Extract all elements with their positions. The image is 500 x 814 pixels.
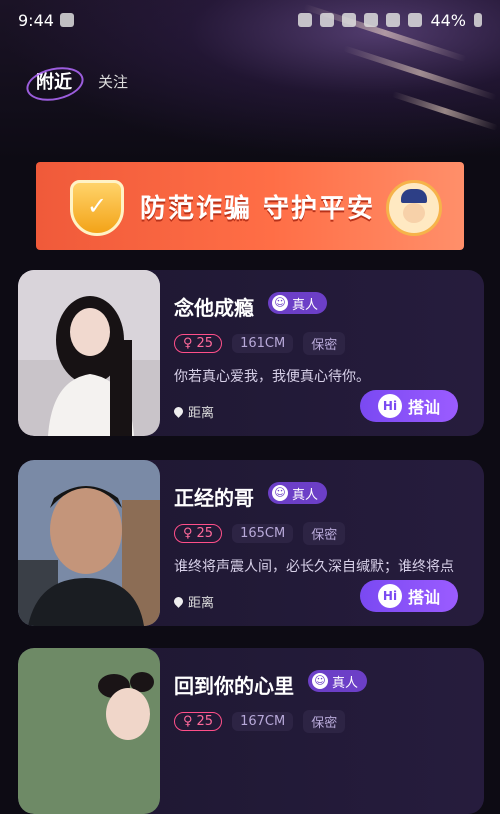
location-pin-icon: [172, 405, 185, 418]
hi-icon: Hi: [377, 584, 402, 608]
age-badge: ♀ 25: [174, 712, 223, 731]
user-bio: 你若真心爱我，我便真心待你。: [174, 369, 370, 385]
notification-icon: [59, 13, 74, 27]
volte-icon: [364, 13, 379, 27]
battery-icon: [474, 13, 482, 27]
user-name: 正经的哥: [174, 486, 254, 510]
income-chip: 保密: [303, 522, 346, 545]
age-badge: ♀ 25: [174, 334, 223, 353]
height-chip: 161CM: [232, 334, 294, 353]
verified-icon: ☺: [272, 295, 288, 311]
verified-icon: ☺: [312, 673, 328, 689]
distance: 距离: [172, 402, 214, 421]
user-bio: 谁终将声震人间，必长久深自缄默；谁终将点: [174, 559, 454, 575]
tab-following[interactable]: 关注: [98, 71, 128, 92]
top-nav: 附近 关注: [30, 64, 128, 98]
hi-icon: Hi: [377, 394, 402, 418]
battery-percent: 44%: [430, 10, 466, 30]
mute-icon: [320, 13, 335, 27]
user-meta: ♀ 25 165CM 保密: [174, 522, 346, 545]
income-chip: 保密: [303, 710, 346, 733]
user-name: 念他成瘾: [174, 296, 254, 320]
wifi-icon: [386, 13, 401, 27]
banner-text: 防范诈骗 守护平安: [140, 194, 376, 224]
anti-fraud-banner[interactable]: 防范诈骗 守护平安: [36, 162, 464, 250]
user-photo[interactable]: [18, 648, 160, 814]
shield-icon: [70, 180, 124, 236]
user-meta: ♀ 25 161CM 保密: [174, 332, 346, 355]
location-pin-icon: [172, 595, 185, 608]
user-card[interactable]: 回到你的心里 ☺ 真人 ♀ 25 167CM 保密: [18, 648, 484, 814]
location-icon: [342, 13, 357, 27]
status-bar: 9:44 44%: [0, 0, 500, 40]
user-card[interactable]: 念他成瘾 ☺ 真人 ♀ 25 161CM 保密 你若真心爱我，我便真心待你。 距离…: [18, 270, 484, 436]
distance: 距离: [172, 592, 214, 611]
user-name: 回到你的心里: [174, 674, 294, 698]
gender-icon: ♀: [183, 526, 193, 541]
user-card[interactable]: 正经的哥 ☺ 真人 ♀ 25 165CM 保密 谁终将声震人间，必长久深自缄默；谁…: [18, 460, 484, 626]
signal-icon: [408, 13, 423, 27]
gender-icon: ♀: [183, 714, 193, 729]
verified-badge: ☺ 真人: [268, 292, 328, 314]
gender-icon: ♀: [183, 336, 193, 351]
verified-icon: ☺: [272, 485, 288, 501]
height-chip: 165CM: [232, 524, 294, 543]
alarm-icon: [298, 13, 313, 27]
user-photo[interactable]: [18, 460, 160, 626]
greet-button[interactable]: Hi 搭讪: [360, 390, 458, 422]
greet-button[interactable]: Hi 搭讪: [360, 580, 458, 612]
user-meta: ♀ 25 167CM 保密: [174, 710, 346, 733]
height-chip: 167CM: [232, 712, 294, 731]
status-time: 9:44: [18, 10, 54, 30]
police-icon: [386, 180, 442, 236]
age-badge: ♀ 25: [174, 524, 223, 543]
user-photo[interactable]: [18, 270, 160, 436]
income-chip: 保密: [303, 332, 346, 355]
tab-nearby[interactable]: 附近: [30, 64, 78, 98]
verified-badge: ☺ 真人: [308, 670, 368, 692]
verified-badge: ☺ 真人: [268, 482, 328, 504]
